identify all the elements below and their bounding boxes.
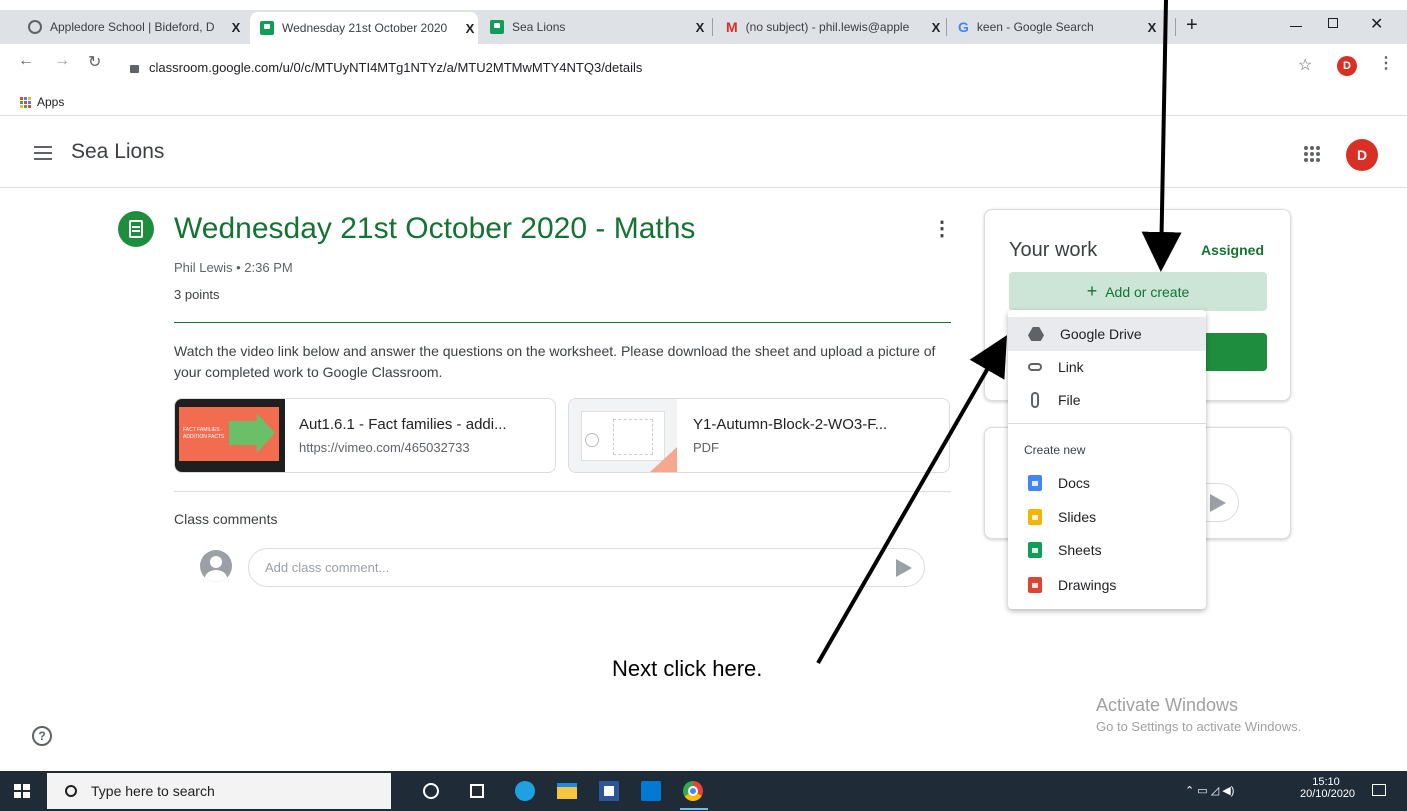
activate-windows-title: Activate Windows bbox=[1096, 695, 1239, 715]
annotation-arrows bbox=[816, 0, 1182, 664]
publisher-icon[interactable] bbox=[641, 781, 661, 801]
activate-windows-subtitle: Go to Settings to activate Windows. bbox=[1096, 719, 1302, 734]
windows-start-icon[interactable] bbox=[14, 784, 30, 798]
arrow-to-add-button bbox=[1141, 0, 1182, 272]
system-tray-icons[interactable]: ⌃ ▭ ◿ ◀) bbox=[1185, 784, 1234, 797]
notification-icon[interactable] bbox=[1372, 784, 1386, 796]
clock[interactable]: 15:10 20/10/2020 bbox=[1300, 776, 1356, 800]
taskbar-search-placeholder: Type here to search bbox=[91, 783, 215, 799]
store-icon[interactable] bbox=[599, 781, 619, 801]
clock-time: 15:10 bbox=[1312, 776, 1340, 788]
cortana-icon[interactable] bbox=[423, 783, 439, 799]
search-icon bbox=[65, 785, 77, 797]
edge-icon[interactable] bbox=[515, 781, 535, 801]
help-icon[interactable]: ? bbox=[32, 726, 52, 746]
taskbar-search-box[interactable]: Type here to search bbox=[47, 773, 391, 809]
arrow-to-google-drive bbox=[816, 335, 1007, 664]
task-view-icon[interactable] bbox=[470, 784, 484, 798]
chrome-icon[interactable] bbox=[683, 781, 703, 801]
file-explorer-icon[interactable] bbox=[557, 783, 577, 799]
annotation-text: Next click here. bbox=[612, 656, 763, 681]
clock-date: 20/10/2020 bbox=[1300, 788, 1356, 800]
chrome-active-indicator bbox=[680, 808, 708, 810]
